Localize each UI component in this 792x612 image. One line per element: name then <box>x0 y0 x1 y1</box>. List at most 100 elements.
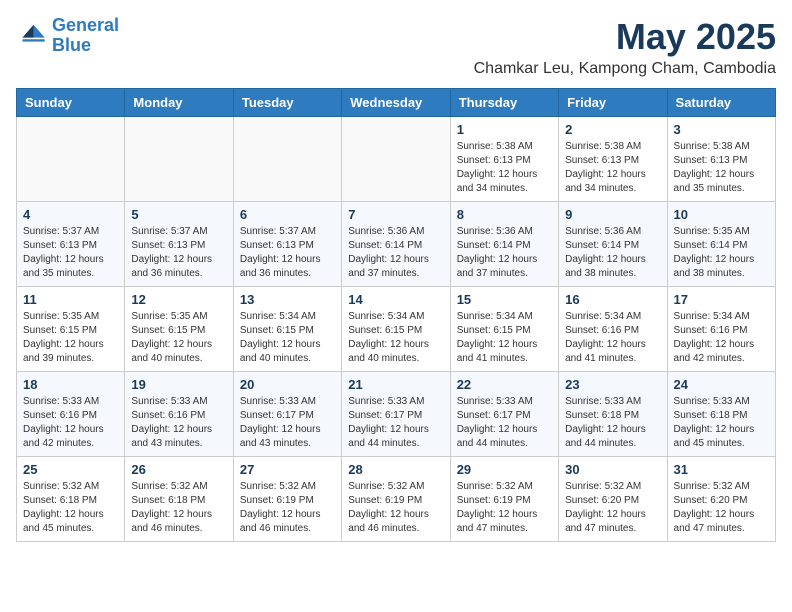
calendar-cell: 31 Sunrise: 5:32 AM Sunset: 6:20 PM Dayli… <box>667 457 775 542</box>
calendar-cell: 27 Sunrise: 5:32 AM Sunset: 6:19 PM Dayli… <box>233 457 341 542</box>
calendar-cell: 13 Sunrise: 5:34 AM Sunset: 6:15 PM Dayli… <box>233 287 341 372</box>
calendar-cell: 18 Sunrise: 5:33 AM Sunset: 6:16 PM Dayli… <box>17 372 125 457</box>
day-number: 11 <box>23 292 118 307</box>
calendar-cell: 30Sunrise: 5:32 AM Sunset: 6:20 PM Dayli… <box>559 457 667 542</box>
calendar-cell: 11 Sunrise: 5:35 AM Sunset: 6:15 PM Dayli… <box>17 287 125 372</box>
day-info: Sunrise: 5:36 AM Sunset: 6:14 PM Dayligh… <box>565 225 660 281</box>
day-info: Sunrise: 5:33 AM Sunset: 6:17 PM Dayligh… <box>240 395 335 451</box>
weekday-header: Monday <box>125 89 233 117</box>
day-number: 31 <box>674 462 769 477</box>
day-info: Sunrise: 5:32 AM Sunset: 6:19 PM Dayligh… <box>348 480 443 536</box>
day-info: Sunrise: 5:34 AM Sunset: 6:15 PM Dayligh… <box>240 310 335 366</box>
calendar-cell: 16 Sunrise: 5:34 AM Sunset: 6:16 PM Dayli… <box>559 287 667 372</box>
day-info: Sunrise: 5:38 AM Sunset: 6:13 PM Dayligh… <box>457 140 552 196</box>
day-number: 10 <box>674 207 769 222</box>
day-number: 6 <box>240 207 335 222</box>
page-header: General Blue May 2025 Chamkar Leu, Kampo… <box>16 16 776 78</box>
day-info: Sunrise: 5:32 AM Sunset: 6:20 PM Dayligh… <box>674 480 769 536</box>
day-info: Sunrise: 5:33 AM Sunset: 6:18 PM Dayligh… <box>674 395 769 451</box>
calendar-cell: 8 Sunrise: 5:36 AM Sunset: 6:14 PM Daylig… <box>450 202 558 287</box>
day-number: 15 <box>457 292 552 307</box>
day-number: 29 <box>457 462 552 477</box>
day-number: 12 <box>131 292 226 307</box>
calendar-cell: 25Sunrise: 5:32 AM Sunset: 6:18 PM Dayli… <box>17 457 125 542</box>
calendar-cell: 24 Sunrise: 5:33 AM Sunset: 6:18 PM Dayli… <box>667 372 775 457</box>
day-number: 18 <box>23 377 118 392</box>
day-number: 4 <box>23 207 118 222</box>
day-info: Sunrise: 5:36 AM Sunset: 6:14 PM Dayligh… <box>457 225 552 281</box>
calendar-cell: 29 Sunrise: 5:32 AM Sunset: 6:19 PM Dayli… <box>450 457 558 542</box>
day-info: Sunrise: 5:38 AM Sunset: 6:13 PM Dayligh… <box>565 140 660 196</box>
day-info: Sunrise: 5:35 AM Sunset: 6:15 PM Dayligh… <box>23 310 118 366</box>
calendar-cell: 10 Sunrise: 5:35 AM Sunset: 6:14 PM Dayli… <box>667 202 775 287</box>
day-info: Sunrise: 5:34 AM Sunset: 6:15 PM Dayligh… <box>348 310 443 366</box>
day-number: 8 <box>457 207 552 222</box>
day-info: Sunrise: 5:38 AM Sunset: 6:13 PM Dayligh… <box>674 140 769 196</box>
calendar-cell: 1Sunrise: 5:38 AM Sunset: 6:13 PM Daylig… <box>450 117 558 202</box>
day-info: Sunrise: 5:34 AM Sunset: 6:16 PM Dayligh… <box>674 310 769 366</box>
calendar-cell <box>17 117 125 202</box>
calendar-cell: 7Sunrise: 5:36 AM Sunset: 6:14 PM Daylig… <box>342 202 450 287</box>
calendar-cell: 19 Sunrise: 5:33 AM Sunset: 6:16 PM Dayli… <box>125 372 233 457</box>
calendar-week-row: 11 Sunrise: 5:35 AM Sunset: 6:15 PM Dayli… <box>17 287 776 372</box>
day-info: Sunrise: 5:33 AM Sunset: 6:16 PM Dayligh… <box>23 395 118 451</box>
calendar-table: SundayMondayTuesdayWednesdayThursdayFrid… <box>16 88 776 542</box>
logo-text: General Blue <box>52 16 119 56</box>
day-number: 19 <box>131 377 226 392</box>
month-title: May 2025 <box>474 16 776 58</box>
calendar-cell: 17 Sunrise: 5:34 AM Sunset: 6:16 PM Dayli… <box>667 287 775 372</box>
day-number: 28 <box>348 462 443 477</box>
weekday-header: Thursday <box>450 89 558 117</box>
day-info: Sunrise: 5:37 AM Sunset: 6:13 PM Dayligh… <box>240 225 335 281</box>
day-info: Sunrise: 5:32 AM Sunset: 6:18 PM Dayligh… <box>23 480 118 536</box>
calendar-cell: 6 Sunrise: 5:37 AM Sunset: 6:13 PM Daylig… <box>233 202 341 287</box>
day-number: 9 <box>565 207 660 222</box>
day-number: 27 <box>240 462 335 477</box>
day-info: Sunrise: 5:33 AM Sunset: 6:17 PM Dayligh… <box>457 395 552 451</box>
day-number: 5 <box>131 207 226 222</box>
day-info: Sunrise: 5:33 AM Sunset: 6:17 PM Dayligh… <box>348 395 443 451</box>
calendar-cell <box>342 117 450 202</box>
calendar-cell: 14Sunrise: 5:34 AM Sunset: 6:15 PM Dayli… <box>342 287 450 372</box>
day-info: Sunrise: 5:32 AM Sunset: 6:19 PM Dayligh… <box>457 480 552 536</box>
day-number: 2 <box>565 122 660 137</box>
day-info: Sunrise: 5:35 AM Sunset: 6:14 PM Dayligh… <box>674 225 769 281</box>
day-number: 22 <box>457 377 552 392</box>
weekday-header: Saturday <box>667 89 775 117</box>
day-info: Sunrise: 5:37 AM Sunset: 6:13 PM Dayligh… <box>131 225 226 281</box>
day-number: 21 <box>348 377 443 392</box>
day-number: 16 <box>565 292 660 307</box>
day-number: 23 <box>565 377 660 392</box>
weekday-header: Wednesday <box>342 89 450 117</box>
calendar-week-row: 4 Sunrise: 5:37 AM Sunset: 6:13 PM Daylig… <box>17 202 776 287</box>
day-info: Sunrise: 5:35 AM Sunset: 6:15 PM Dayligh… <box>131 310 226 366</box>
logo-blue: Blue <box>52 35 91 55</box>
day-info: Sunrise: 5:34 AM Sunset: 6:15 PM Dayligh… <box>457 310 552 366</box>
day-info: Sunrise: 5:32 AM Sunset: 6:20 PM Dayligh… <box>565 480 660 536</box>
calendar-cell: 23Sunrise: 5:33 AM Sunset: 6:18 PM Dayli… <box>559 372 667 457</box>
day-number: 3 <box>674 122 769 137</box>
day-number: 13 <box>240 292 335 307</box>
day-info: Sunrise: 5:37 AM Sunset: 6:13 PM Dayligh… <box>23 225 118 281</box>
weekday-header: Tuesday <box>233 89 341 117</box>
day-number: 7 <box>348 207 443 222</box>
calendar-cell: 4 Sunrise: 5:37 AM Sunset: 6:13 PM Daylig… <box>17 202 125 287</box>
calendar-cell: 26Sunrise: 5:32 AM Sunset: 6:18 PM Dayli… <box>125 457 233 542</box>
day-info: Sunrise: 5:34 AM Sunset: 6:16 PM Dayligh… <box>565 310 660 366</box>
day-number: 17 <box>674 292 769 307</box>
calendar-cell <box>233 117 341 202</box>
day-info: Sunrise: 5:33 AM Sunset: 6:16 PM Dayligh… <box>131 395 226 451</box>
calendar-cell: 21 Sunrise: 5:33 AM Sunset: 6:17 PM Dayli… <box>342 372 450 457</box>
day-info: Sunrise: 5:32 AM Sunset: 6:19 PM Dayligh… <box>240 480 335 536</box>
weekday-header: Friday <box>559 89 667 117</box>
calendar-cell: 3 Sunrise: 5:38 AM Sunset: 6:13 PM Daylig… <box>667 117 775 202</box>
calendar-cell: 22 Sunrise: 5:33 AM Sunset: 6:17 PM Dayli… <box>450 372 558 457</box>
calendar-cell: 9 Sunrise: 5:36 AM Sunset: 6:14 PM Daylig… <box>559 202 667 287</box>
calendar-cell <box>125 117 233 202</box>
day-number: 26 <box>131 462 226 477</box>
calendar-cell: 28 Sunrise: 5:32 AM Sunset: 6:19 PM Dayli… <box>342 457 450 542</box>
weekday-header: Sunday <box>17 89 125 117</box>
calendar-cell: 15 Sunrise: 5:34 AM Sunset: 6:15 PM Dayli… <box>450 287 558 372</box>
calendar-week-row: 1Sunrise: 5:38 AM Sunset: 6:13 PM Daylig… <box>17 117 776 202</box>
day-number: 24 <box>674 377 769 392</box>
